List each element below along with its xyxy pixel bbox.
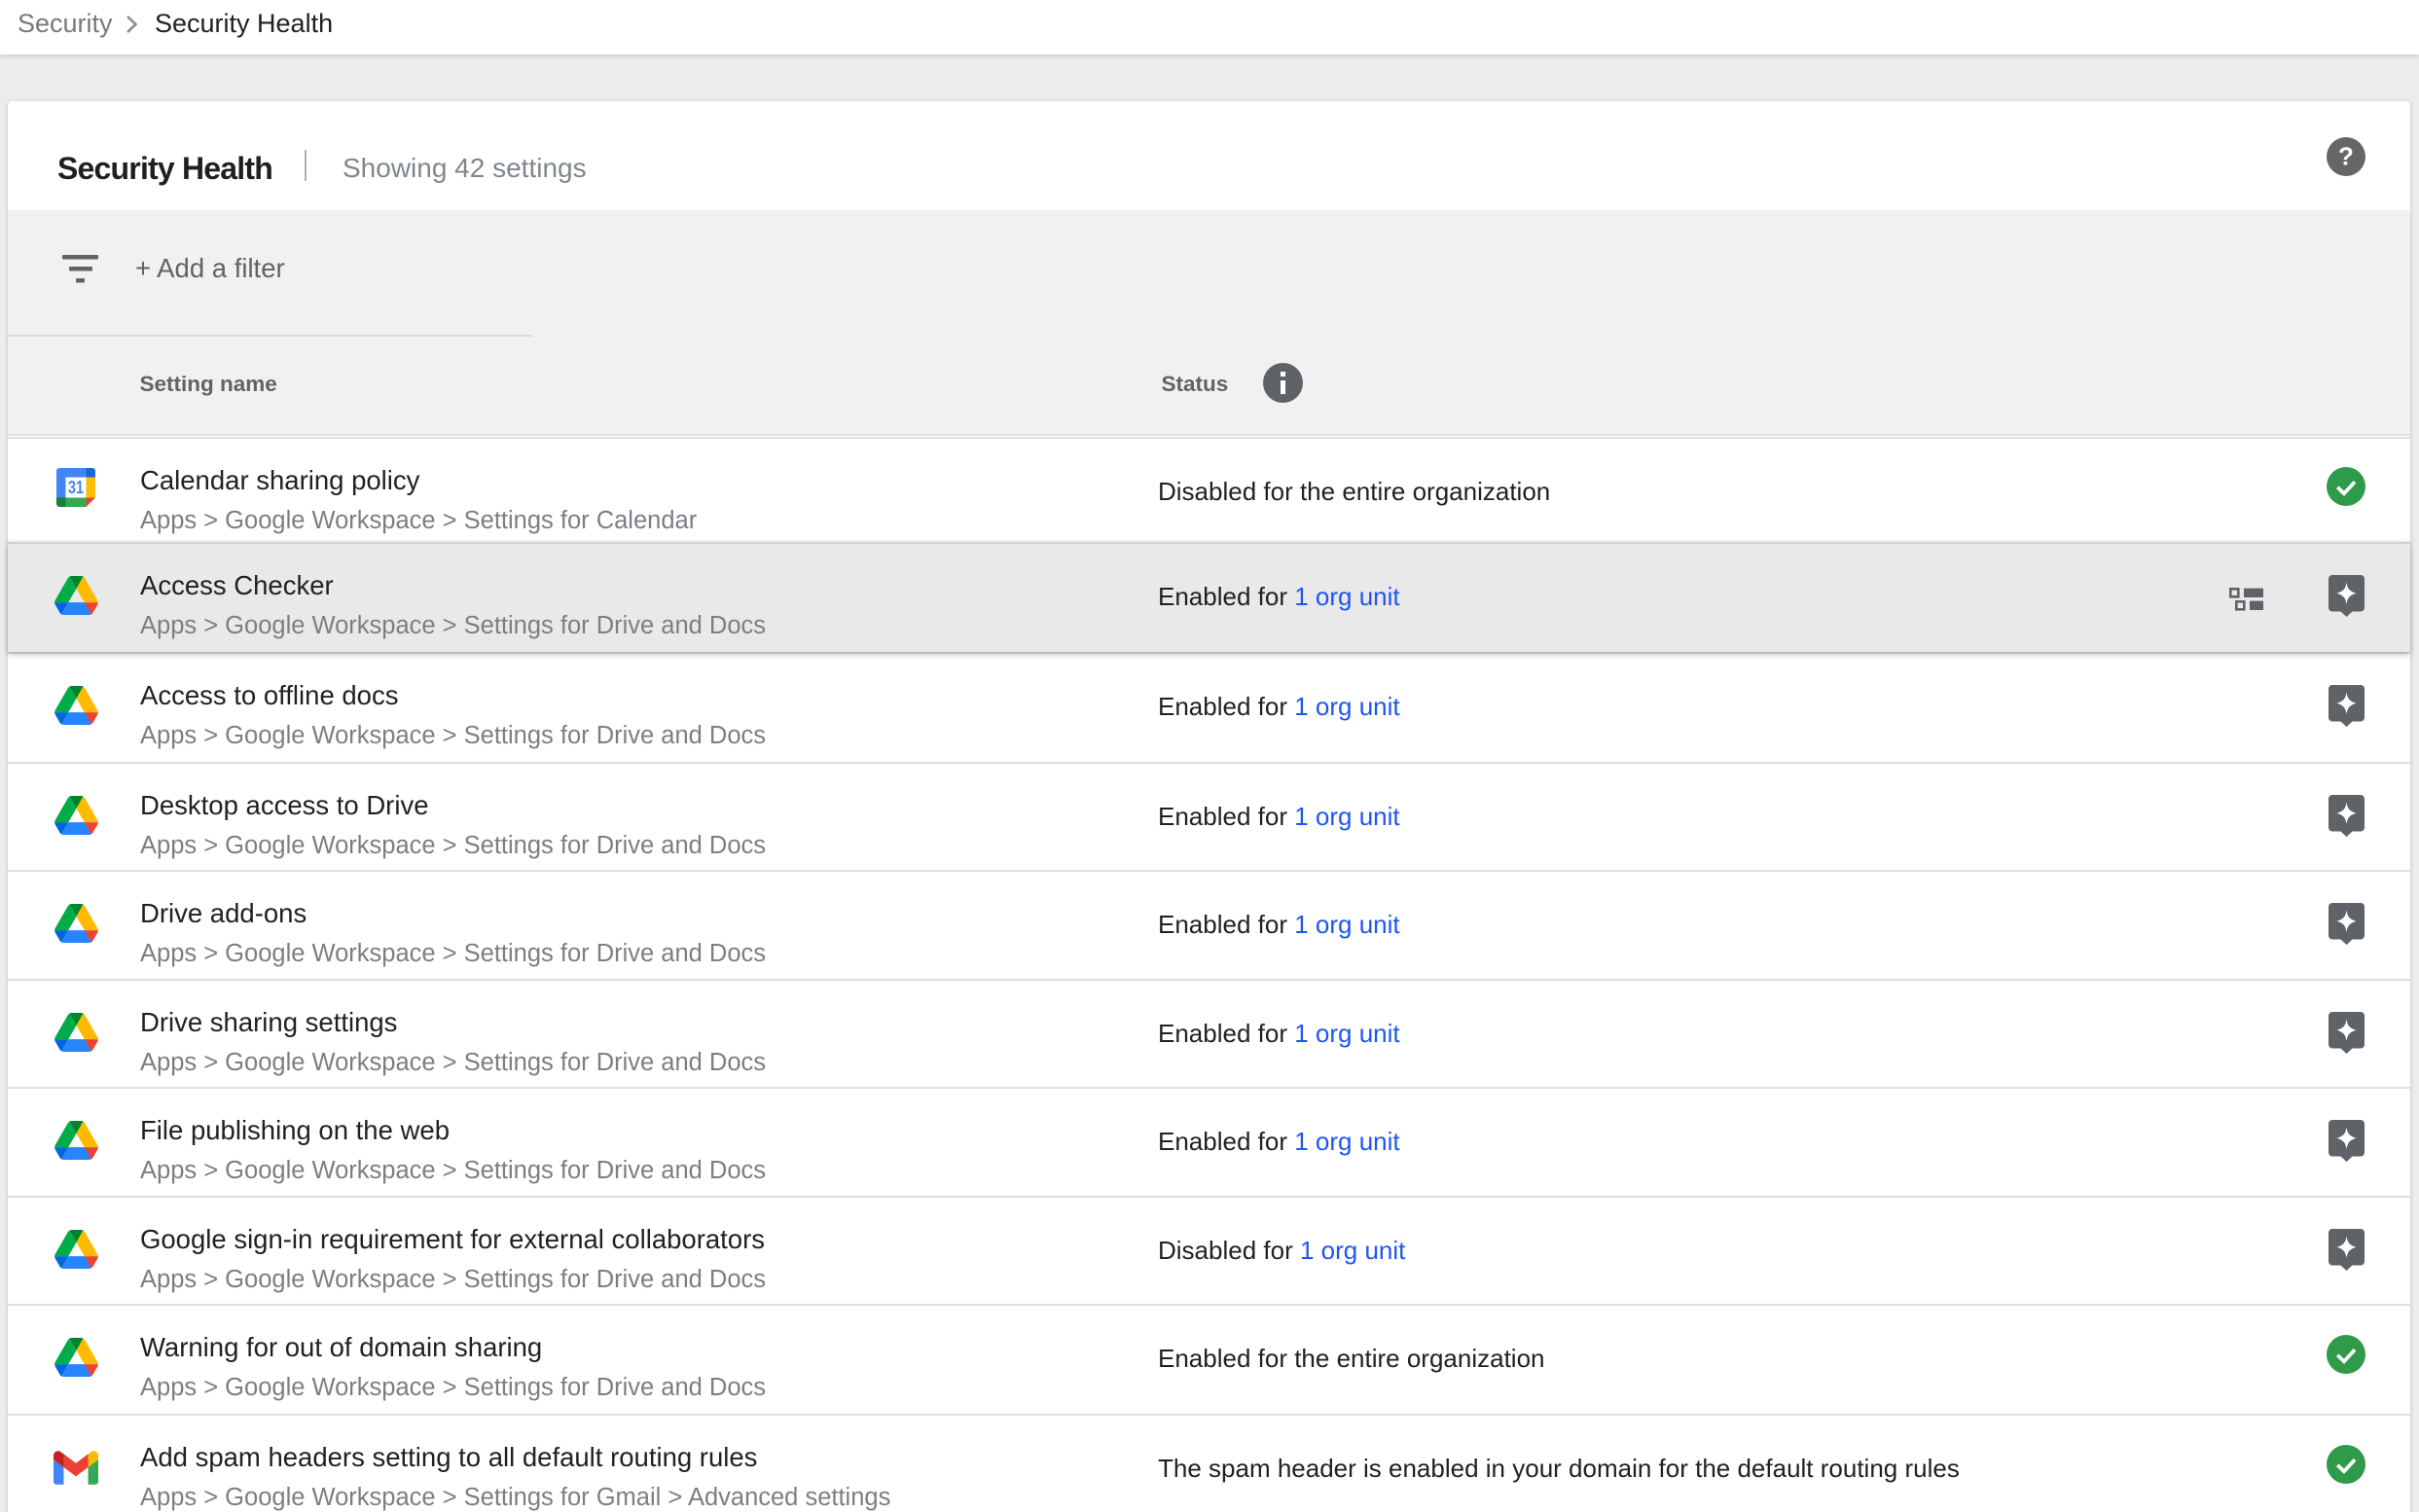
svg-text:31: 31	[68, 477, 84, 497]
svg-text:?: ?	[2338, 142, 2354, 171]
